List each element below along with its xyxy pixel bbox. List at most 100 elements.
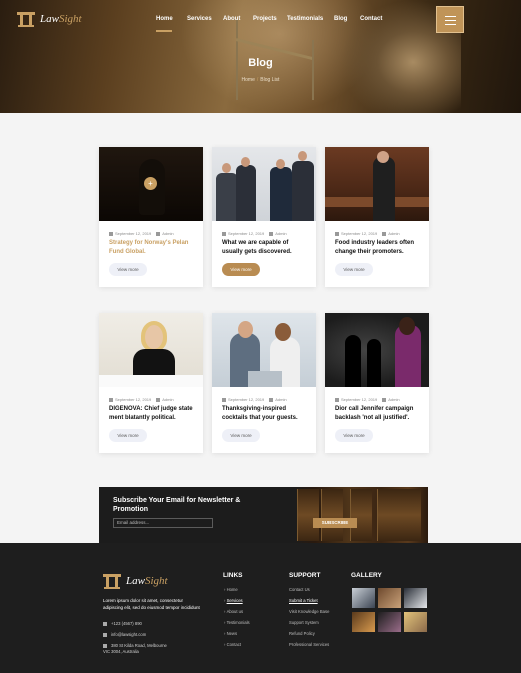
footer-about: Lorem ipsum dolor sit amet, consectetur … <box>103 598 200 610</box>
calendar-icon <box>109 231 113 236</box>
hero-banner: LawSight Home Services About Projects Te… <box>0 0 521 113</box>
post-author: Admin <box>156 231 174 236</box>
footer-phone: +123 (4567) 890 <box>103 621 142 627</box>
footer-email[interactable]: info@lawsight.com <box>103 632 146 638</box>
phone-icon <box>103 621 107 626</box>
nav-blog[interactable]: Blog <box>334 16 347 22</box>
footer-link-about[interactable]: › About us <box>224 609 243 614</box>
view-more-button[interactable]: View more <box>335 429 373 442</box>
support-link[interactable]: Support System <box>289 620 319 625</box>
breadcrumb-current: Blog List <box>260 77 280 83</box>
footer-link-news[interactable]: › News <box>224 631 237 636</box>
person-figure <box>373 157 395 221</box>
person-head <box>238 321 253 338</box>
mail-icon <box>103 632 107 637</box>
page-title: Blog <box>248 57 273 69</box>
gallery-image[interactable] <box>378 588 401 608</box>
user-icon <box>269 231 274 236</box>
person-head <box>241 157 250 167</box>
post-date: September 12, 2019 <box>109 231 151 236</box>
view-more-button[interactable]: View more <box>109 429 147 442</box>
calendar-icon <box>335 397 339 402</box>
gallery-image[interactable] <box>352 588 375 608</box>
person-figure <box>270 167 292 221</box>
view-more-button[interactable]: View more <box>222 429 260 442</box>
footer-link-testimonials[interactable]: › Testimonials <box>224 620 250 625</box>
blog-card: September 12, 2019 Admin Thanksgiving-in… <box>212 313 316 453</box>
view-more-button[interactable]: View more <box>109 263 147 276</box>
post-title[interactable]: DIGENOVA: Chief judge state ment blatant… <box>109 405 195 422</box>
user-icon <box>382 231 387 236</box>
support-heading: SUPPORT <box>289 572 321 579</box>
footer-link-home[interactable]: › Home <box>224 587 238 592</box>
post-thumbnail[interactable] <box>212 147 316 221</box>
person-head <box>222 163 231 173</box>
post-thumbnail[interactable] <box>325 147 429 221</box>
nav-services[interactable]: Services <box>187 16 212 22</box>
hamburger-menu-button[interactable] <box>436 6 464 33</box>
links-heading: LINKS <box>223 572 243 579</box>
support-link[interactable]: Contact Us <box>289 587 310 592</box>
breadcrumb-separator: / <box>256 77 259 83</box>
blog-card: September 12, 2019 Admin What we are cap… <box>212 147 316 287</box>
person-figure <box>292 161 314 221</box>
book-spine <box>350 489 372 541</box>
newsletter-title: Subscribe Your Email for Newsletter & Pr… <box>113 497 241 513</box>
post-meta: September 12, 2019 Admin <box>109 397 174 402</box>
post-date: September 12, 2019 <box>109 397 151 402</box>
post-date: September 12, 2019 <box>222 397 264 402</box>
footer-link-contact[interactable]: › Contact <box>224 642 241 647</box>
post-meta: September 12, 2019 Admin <box>335 397 400 402</box>
support-link[interactable]: Submit a Ticket <box>289 598 318 603</box>
gallery-image[interactable] <box>404 612 427 632</box>
post-date: September 12, 2019 <box>335 397 377 402</box>
calendar-icon <box>335 231 339 236</box>
site-footer: LawSight Lorem ipsum dolor sit amet, con… <box>0 543 521 673</box>
gallery-image[interactable] <box>404 588 427 608</box>
post-thumbnail[interactable] <box>99 313 203 387</box>
view-more-button[interactable]: View more <box>335 263 373 276</box>
post-title[interactable]: Strategy for Norway's Pelan Fund Global. <box>109 239 195 256</box>
person-head <box>399 317 415 335</box>
gallery-image[interactable] <box>378 612 401 632</box>
post-thumbnail[interactable]: + <box>99 147 203 221</box>
post-author: Admin <box>269 231 287 236</box>
footer-link-services[interactable]: › Services <box>224 598 243 603</box>
nav-projects[interactable]: Projects <box>253 16 277 22</box>
post-title[interactable]: What we are capable of usually gets disc… <box>222 239 308 256</box>
calendar-icon <box>222 231 226 236</box>
nav-about[interactable]: About <box>223 16 240 22</box>
support-link[interactable]: Visit Knowledge Base <box>289 609 329 614</box>
gallery-heading: GALLERY <box>351 572 382 579</box>
post-date: September 12, 2019 <box>222 231 264 236</box>
gallery-image[interactable] <box>352 612 375 632</box>
user-icon <box>269 397 274 402</box>
person-head <box>298 151 307 161</box>
footer-logo[interactable]: LawSight <box>102 573 168 589</box>
site-logo[interactable]: LawSight <box>16 11 82 27</box>
support-link[interactable]: Professional Services <box>289 642 329 647</box>
email-input[interactable]: Email address... <box>113 518 213 528</box>
post-thumbnail[interactable] <box>325 313 429 387</box>
post-title[interactable]: Thanksgiving-inspired cocktails that you… <box>222 405 308 422</box>
location-icon <box>103 643 107 648</box>
person-figure <box>236 165 256 221</box>
nav-contact[interactable]: Contact <box>360 16 382 22</box>
post-title[interactable]: Food industry leaders often change their… <box>335 239 421 256</box>
newsletter-banner: Subscribe Your Email for Newsletter & Pr… <box>99 487 428 543</box>
person-head <box>275 323 291 341</box>
blog-card: + September 12, 2019 Admin Strategy for … <box>99 147 203 287</box>
person-head <box>145 325 163 349</box>
plus-icon[interactable]: + <box>144 177 157 190</box>
nav-testimonials[interactable]: Testimonials <box>287 16 323 22</box>
law-books-image <box>295 487 428 543</box>
view-more-button[interactable]: View more <box>222 263 260 276</box>
nav-active-indicator <box>156 30 172 32</box>
post-title[interactable]: Dior call Jennifer campaign backlash 'no… <box>335 405 421 422</box>
subscribe-button[interactable]: SUBSCRIBE <box>313 518 357 528</box>
post-thumbnail[interactable] <box>212 313 316 387</box>
breadcrumb-home[interactable]: Home <box>242 77 255 83</box>
nav-home[interactable]: Home <box>156 16 173 22</box>
book-spine <box>377 489 421 541</box>
support-link[interactable]: Refund Policy <box>289 631 315 636</box>
